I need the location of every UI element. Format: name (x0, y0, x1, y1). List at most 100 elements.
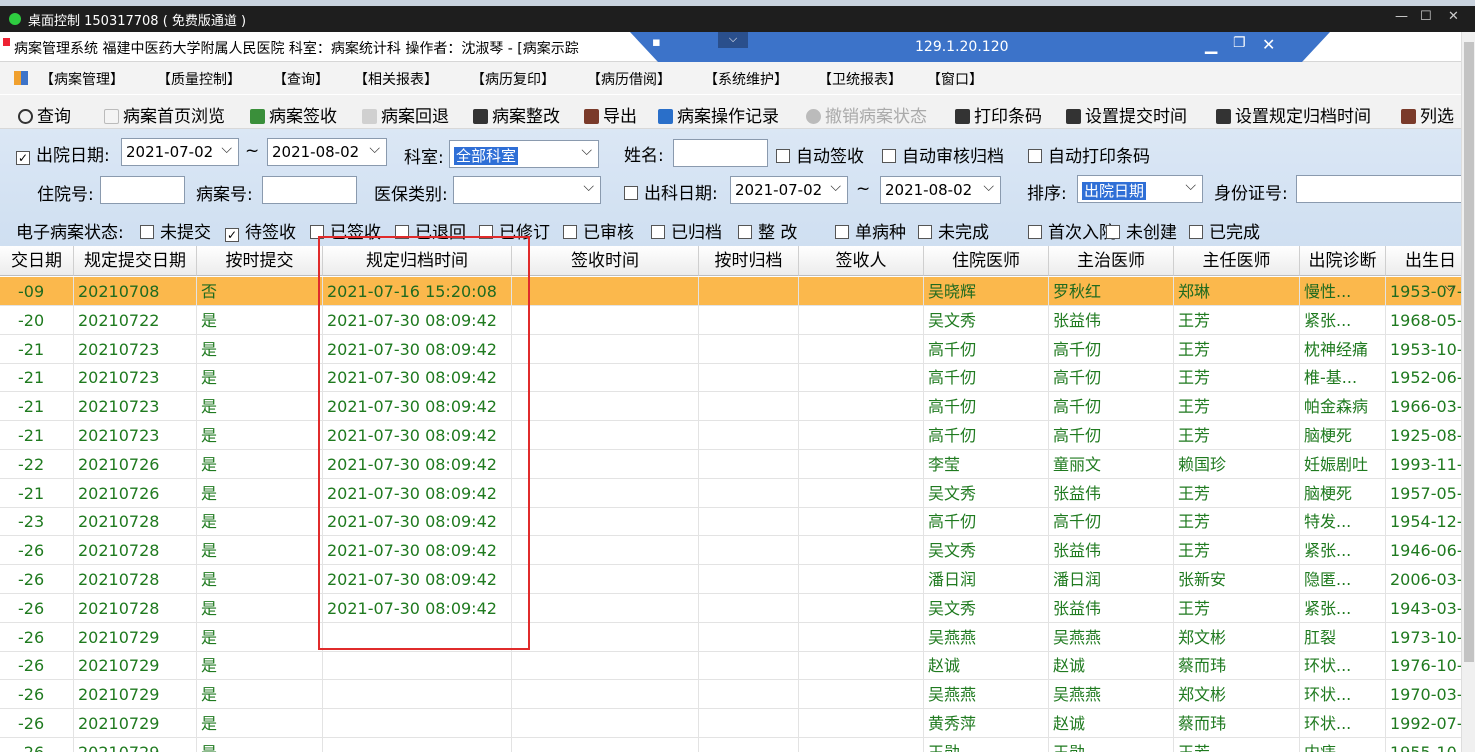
table-row[interactable]: -26 20210728 是 2021-07-30 08:09:42 吴文秀 张益伟 王芳紧… (0, 593, 1461, 623)
export-button[interactable]: 导出 (584, 102, 637, 127)
pin-icon[interactable]: ▪ (652, 35, 661, 50)
status-checkbox-8[interactable]: 单病种 (835, 218, 906, 243)
rectify-button[interactable]: 病案整改 (473, 102, 560, 127)
discharge-date-from[interactable]: 2021-07-02 (121, 138, 239, 166)
status-checkbox-9[interactable]: 未完成 (918, 218, 989, 243)
menu-record-copy[interactable]: 【病历复印】 (471, 69, 555, 89)
status-checkbox-10[interactable]: 首次入院 (1028, 218, 1116, 243)
table-cell (699, 305, 799, 335)
table-cell: 李莹 (924, 449, 1049, 479)
menu-case-management[interactable]: 【病案管理】 (40, 69, 124, 89)
inpatient-no-input[interactable] (100, 176, 185, 204)
column-header-5[interactable]: 按时归档 (699, 246, 799, 276)
out-date-from[interactable]: 2021-07-02 (730, 176, 848, 204)
table-row[interactable]: -26 20210729 是吴燕燕 吴燕燕 郑文彬 肛裂 1973-10- (0, 622, 1461, 652)
status-checkbox-11[interactable]: 未创建 (1106, 218, 1177, 243)
table-cell: 20210728 (74, 565, 197, 594)
menu-reports[interactable]: 【相关报表】 (354, 69, 438, 89)
menu-query[interactable]: 【查询】 (273, 69, 329, 89)
sort-select[interactable]: 出院日期 (1077, 175, 1203, 203)
discharge-date-checkbox[interactable]: ✓ (16, 151, 30, 165)
collapse-bar-button[interactable]: ⌵ (718, 32, 748, 48)
dept-select[interactable]: 全部科室 (449, 140, 599, 168)
table-row[interactable]: -21 20210723 是 2021-07-30 08:09:42 高千仞 高千仞 王芳枕… (0, 334, 1461, 364)
table-row[interactable]: -21 20210726 是 2021-07-30 08:09:42 吴文秀 张益伟 王芳脑… (0, 478, 1461, 508)
table-cell: 20210728 (74, 536, 197, 566)
column-select-button[interactable]: 列选 (1401, 102, 1454, 127)
auto-sign-checkbox[interactable]: 自动签收 (776, 142, 864, 167)
table-row[interactable]: -21 20210723 是 2021-07-30 08:09:42 高千仞 高千仞 王芳帕… (0, 392, 1461, 422)
menu-system-maintenance[interactable]: 【系统维护】 (704, 69, 788, 89)
menu-quality-control[interactable]: 【质量控制】 (157, 69, 241, 89)
table-cell (699, 334, 799, 364)
column-header-11[interactable]: 出生日 (1386, 246, 1461, 276)
vertical-scrollbar[interactable] (1461, 32, 1475, 752)
table-cell: 是 (197, 478, 323, 508)
table-row[interactable]: -26 20210729 是 黄秀萍 赵诚 蔡而玮 环状... 1992-07- (0, 709, 1461, 738)
status-checkbox-12[interactable]: 已完成 (1189, 218, 1260, 243)
op-log-button[interactable]: 病案操作记录 (658, 102, 779, 127)
table-row[interactable]: -22 20210726 是 2021-07-30 08:09:42 李莹 童丽文 赖国珍妊… (0, 449, 1461, 479)
case-no-input[interactable] (262, 176, 357, 204)
set-archive-time-button[interactable]: 设置规定归档时间 (1216, 102, 1371, 127)
column-header-10[interactable]: 出院诊断 (1300, 246, 1386, 276)
browse-first-page-button[interactable]: 病案首页浏览 (104, 102, 225, 127)
set-submit-time-button[interactable]: 设置提交时间 (1066, 102, 1187, 127)
menu-window[interactable]: 【窗口】 (927, 69, 983, 89)
table-row[interactable]: -26 20210728 是 2021-07-30 08:09:42 潘日润 潘日润 张新安… (0, 565, 1461, 594)
menu-record-borrow[interactable]: 【病历借阅】 (587, 69, 671, 89)
cancel-status-button[interactable]: 撤销病案状态 (806, 102, 927, 127)
sign-button[interactable]: 病案签收 (250, 102, 337, 127)
table-row[interactable]: -21 20210723 是 2021-07-30 08:09:42 高千仞 高千仞 王芳脑… (0, 421, 1461, 450)
menu-health-stats[interactable]: 【卫统报表】 (818, 69, 902, 89)
column-header-7[interactable]: 住院医师 (924, 246, 1049, 276)
table-cell: 脑梗死 (1300, 478, 1386, 508)
out-dept-date-toggle[interactable]: 出科日期: (624, 179, 718, 204)
table-row[interactable]: -09 20210708 否 2021-07-16 15:20:08 吴晓辉 罗秋红 郑琳慢… (0, 277, 1461, 306)
column-header-1[interactable]: 规定提交日期 (74, 246, 197, 276)
column-header-0[interactable]: 交日期 (0, 246, 74, 276)
table-cell (512, 737, 699, 752)
column-header-2[interactable]: 按时提交 (197, 246, 323, 276)
status-checkbox-6[interactable]: 已归档 (651, 218, 722, 243)
column-header-8[interactable]: 主治医师 (1049, 246, 1174, 276)
out-date-to[interactable]: 2021-08-02 (880, 176, 1001, 204)
print-barcode-button[interactable]: 打印条码 (955, 102, 1042, 127)
scrollbar-thumb[interactable] (1464, 42, 1474, 662)
column-header-6[interactable]: 签收人 (799, 246, 924, 276)
table-row[interactable]: -23 20210728 是 2021-07-30 08:09:42 高千仞 高千仞 王芳特… (0, 507, 1461, 537)
bar-restore-icon[interactable]: ❐ (1233, 35, 1246, 51)
window-grid-icon[interactable] (14, 71, 28, 85)
settings-icon (1216, 109, 1231, 124)
name-input[interactable] (673, 139, 768, 167)
table-cell: 枕神经痛 (1300, 334, 1386, 364)
table-cell: 是 (197, 622, 323, 652)
maximize-icon[interactable]: ☐ (1420, 9, 1432, 24)
bar-close-icon[interactable]: ✕ (1262, 35, 1275, 54)
table-row[interactable]: -2620210729是王勋王勋王芳内痔1955-10- (0, 737, 1461, 752)
status-checkbox-1[interactable]: ✓ 待签收 (225, 218, 296, 243)
status-checkbox-0[interactable]: 未提交 (140, 218, 211, 243)
status-checkbox-5[interactable]: 已审核 (563, 218, 634, 243)
table-row[interactable]: -21 20210723 是 2021-07-30 08:09:42 高千仞 高千仞 王芳椎… (0, 363, 1461, 393)
table-row[interactable]: -20 20210722 是 2021-07-30 08:09:42 吴文秀 张益伟 王芳紧… (0, 305, 1461, 335)
query-button[interactable]: 查询 (18, 102, 71, 127)
column-header-9[interactable]: 主任医师 (1174, 246, 1300, 276)
close-icon[interactable]: ✕ (1448, 9, 1459, 24)
bar-minimize-icon[interactable]: ▁ (1205, 35, 1217, 54)
status-checkbox-7[interactable]: 整 改 (738, 218, 797, 243)
table-row[interactable]: -26 20210728 是 2021-07-30 08:09:42 吴文秀 张益伟 王芳紧… (0, 536, 1461, 566)
id-input[interactable] (1296, 175, 1465, 203)
auto-audit-checkbox[interactable]: 自动审核归档 (882, 142, 1004, 167)
table-cell: 20210722 (74, 305, 197, 335)
table-row[interactable]: -26 20210729 是吴燕燕 吴燕燕 郑文彬 环状... 1970-03- (0, 680, 1461, 710)
discharge-date-to[interactable]: 2021-08-02 (267, 138, 387, 166)
table-row[interactable]: -26 20210729 是赵诚 赵诚 蔡而玮 环状... 1976-10- (0, 651, 1461, 681)
return-button[interactable]: 病案回退 (362, 102, 449, 127)
minimize-icon[interactable]: — (1395, 9, 1408, 24)
auto-print-checkbox[interactable]: 自动打印条码 (1028, 142, 1150, 167)
remote-desktop-titlebar: 桌面控制 150317708 ( 免费版通道 ) — ☐ ✕ (0, 6, 1475, 32)
insurance-select[interactable] (453, 176, 601, 204)
column-header-4[interactable]: 签收时间 (512, 246, 699, 276)
discharge-date-toggle[interactable]: ✓ 出院日期: (16, 141, 110, 166)
